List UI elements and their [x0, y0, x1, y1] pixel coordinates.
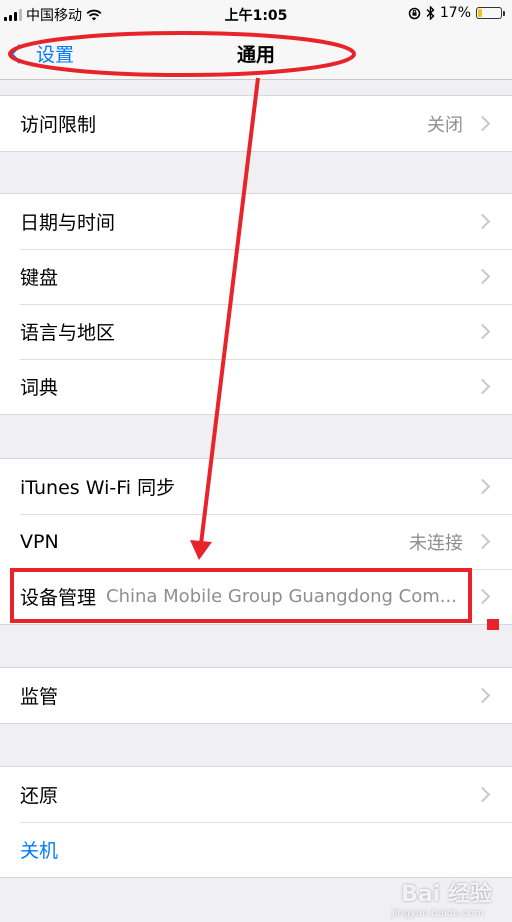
chevron-right-icon: [474, 323, 491, 340]
battery-percentage: 17%: [439, 5, 471, 21]
row-label: 词典: [20, 377, 59, 399]
chevron-right-icon: [474, 533, 491, 550]
row-restrictions[interactable]: 访问限制 关闭: [0, 96, 512, 151]
row-shut-down[interactable]: 关机: [0, 822, 512, 877]
row-label: iTunes Wi-Fi 同步: [20, 477, 176, 499]
row-supervision[interactable]: 监管: [0, 668, 512, 723]
row-value: 关闭: [427, 114, 463, 136]
page-title: 通用: [236, 44, 275, 66]
status-right: 17%: [408, 5, 505, 21]
settings-group-sync-vpn: iTunes Wi-Fi 同步 VPN 未连接 设备管理 China Mobil…: [0, 458, 512, 625]
row-date-time[interactable]: 日期与时间: [0, 194, 512, 249]
settings-group-reset: 还原 关机: [0, 766, 512, 878]
row-vpn[interactable]: VPN 未连接: [0, 514, 512, 569]
row-keyboard[interactable]: 键盘: [0, 249, 512, 304]
navigation-bar: 设置 通用: [0, 28, 512, 80]
status-bar: 中国移动 上午1:05 17%: [0, 0, 512, 28]
chevron-right-icon: [474, 588, 491, 605]
watermark-url: jingyan.baidu.com: [391, 908, 484, 919]
orientation-lock-icon: [408, 7, 421, 19]
row-dictionary[interactable]: 词典: [0, 359, 512, 414]
row-language-region[interactable]: 语言与地区: [0, 304, 512, 359]
watermark-logo: Bai 经验: [401, 882, 492, 907]
battery-icon: [476, 7, 505, 19]
row-label: 监管: [20, 686, 59, 708]
chevron-right-icon: [474, 687, 491, 704]
battery-level-fill: [478, 9, 482, 17]
settings-group-supervision: 监管: [0, 667, 512, 724]
row-label: 键盘: [20, 267, 59, 289]
chevron-right-icon: [474, 115, 491, 132]
chevron-right-icon: [474, 478, 491, 495]
row-label: 访问限制: [20, 114, 97, 136]
row-label: 日期与时间: [20, 212, 116, 234]
chevron-right-icon: [474, 213, 491, 230]
bluetooth-icon: [426, 6, 435, 20]
row-label: VPN: [20, 530, 59, 553]
settings-group-general: 日期与时间 键盘 语言与地区 词典: [0, 193, 512, 415]
row-label: 关机: [20, 840, 59, 862]
row-label: 语言与地区: [20, 322, 116, 344]
chevron-right-icon: [474, 786, 491, 803]
row-device-management[interactable]: 设备管理 China Mobile Group Guangdong Com...: [0, 569, 512, 624]
chevron-right-icon: [474, 378, 491, 395]
row-reset[interactable]: 还原: [0, 767, 512, 822]
chevron-right-icon: [474, 268, 491, 285]
row-value: 未连接: [409, 532, 463, 554]
row-label: 设备管理: [20, 587, 97, 609]
settings-group-restrictions: 访问限制 关闭: [0, 95, 512, 152]
row-label: 还原: [20, 785, 59, 807]
row-value: China Mobile Group Guangdong Com...: [106, 586, 457, 607]
row-itunes-wifi-sync[interactable]: iTunes Wi-Fi 同步: [0, 459, 512, 514]
